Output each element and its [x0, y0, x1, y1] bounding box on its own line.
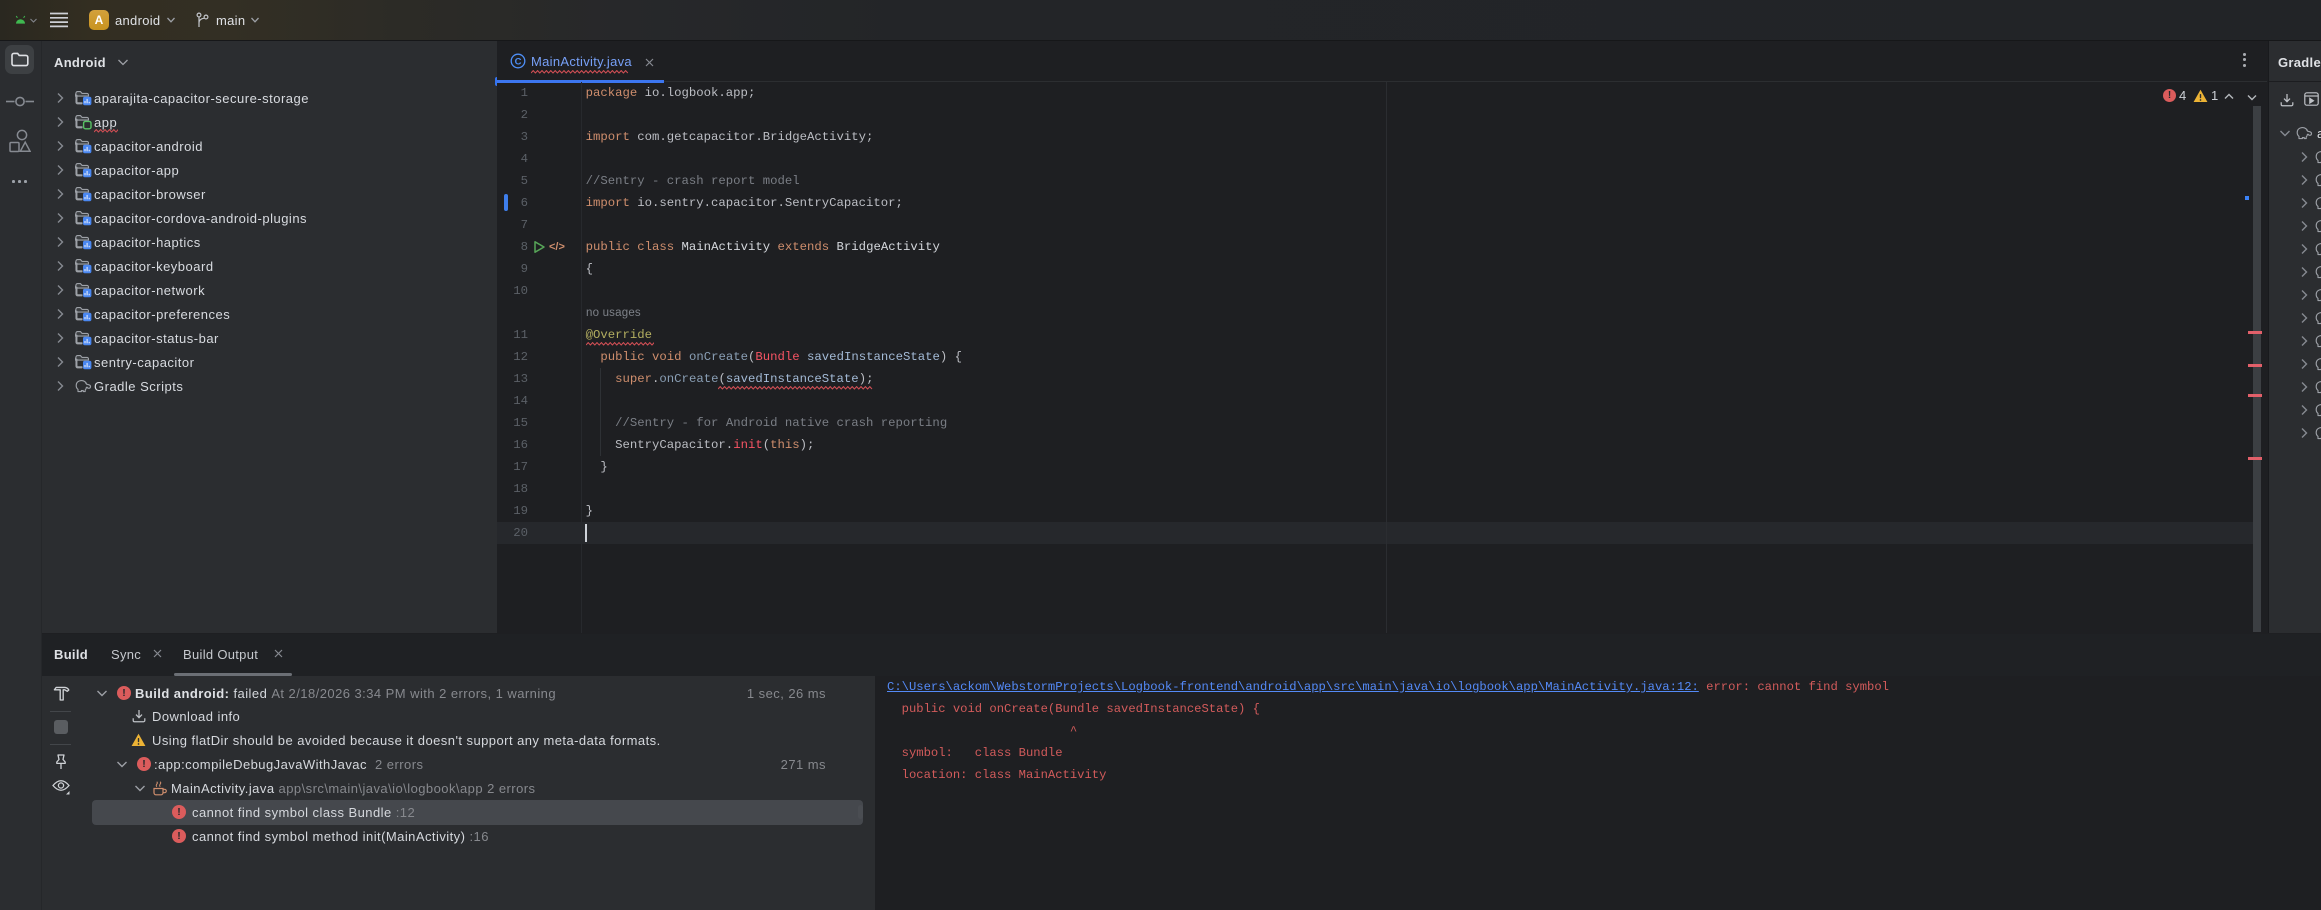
svg-text:C: C: [515, 56, 522, 67]
